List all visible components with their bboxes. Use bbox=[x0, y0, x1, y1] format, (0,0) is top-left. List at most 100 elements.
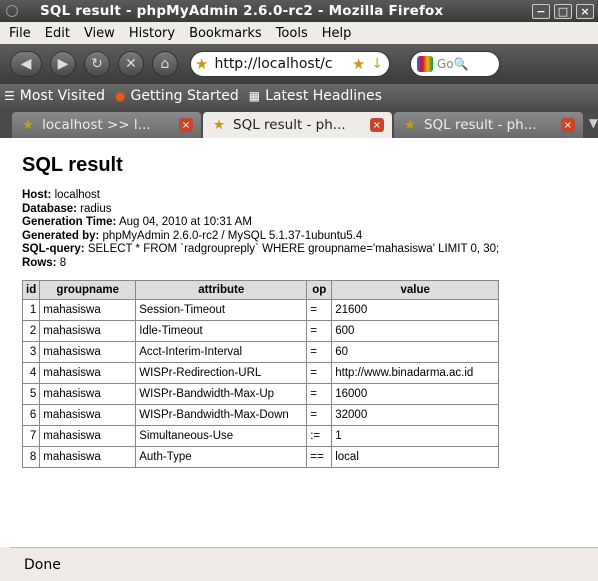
search-box[interactable]: Go 🔍 bbox=[410, 51, 500, 77]
menu-tools[interactable]: Tools bbox=[276, 26, 308, 41]
cell-attribute: Idle-Timeout bbox=[135, 320, 308, 342]
close-icon[interactable]: × bbox=[576, 3, 594, 19]
cell-op: = bbox=[306, 362, 333, 384]
cell-op: = bbox=[306, 404, 333, 426]
tab-favicon: ★ bbox=[212, 117, 226, 133]
column-header: attribute bbox=[135, 280, 308, 300]
cell-id: 1 bbox=[21, 299, 41, 321]
cell-id: 7 bbox=[21, 425, 41, 447]
forward-icon[interactable]: ▶ bbox=[50, 51, 76, 77]
cell-value: http://www.binadarma.ac.id bbox=[331, 362, 500, 384]
bookmark-getting-started[interactable]: ● Getting Started bbox=[115, 88, 239, 104]
tab-list-icon[interactable]: ▼ bbox=[589, 116, 598, 130]
cell-attribute: Session-Timeout bbox=[135, 299, 308, 321]
search-icon[interactable]: 🔍 bbox=[454, 57, 469, 71]
tab-label: SQL result - ph... bbox=[233, 117, 346, 133]
menu-help[interactable]: Help bbox=[322, 26, 352, 41]
cell-groupname: mahasiswa bbox=[39, 320, 137, 342]
cell-groupname: mahasiswa bbox=[39, 362, 137, 384]
tab-favicon: ★ bbox=[403, 117, 416, 133]
stop-icon[interactable]: ✕ bbox=[118, 51, 144, 77]
tab-sql-result-active[interactable]: ★ SQL result - ph... × bbox=[202, 112, 392, 138]
rows-value: 8 bbox=[59, 256, 67, 269]
reload-icon[interactable]: ↻ bbox=[84, 51, 110, 77]
bookmark-latest-headlines[interactable]: ▦ Latest Headlines bbox=[249, 88, 382, 104]
bookmark-star-icon[interactable]: ★ bbox=[352, 55, 365, 73]
tab-sql-result[interactable]: ★ SQL result - ph... × bbox=[393, 112, 583, 138]
cell-id: 6 bbox=[21, 404, 41, 426]
home-icon[interactable]: ⌂ bbox=[152, 51, 178, 77]
tab-favicon: ★ bbox=[22, 117, 35, 133]
cell-value: 600 bbox=[331, 320, 500, 342]
cell-op: = bbox=[306, 299, 333, 321]
dropdown-arrow-icon[interactable]: ↓ bbox=[371, 56, 383, 72]
rss-icon: ▦ bbox=[248, 89, 261, 103]
cell-op: := bbox=[306, 425, 333, 447]
maximize-icon[interactable]: □ bbox=[554, 3, 572, 19]
database-value: radius bbox=[80, 202, 112, 215]
menu-edit[interactable]: Edit bbox=[45, 26, 70, 41]
cell-groupname: mahasiswa bbox=[39, 404, 137, 426]
cell-op: = bbox=[306, 383, 333, 405]
status-bar: Done bbox=[10, 547, 598, 581]
back-icon[interactable]: ◀ bbox=[10, 51, 42, 77]
menu-history[interactable]: History bbox=[129, 26, 175, 41]
result-table: id groupname attribute op value 1 mahasi… bbox=[21, 280, 500, 468]
bookmark-label: Getting Started bbox=[130, 88, 239, 104]
bookmark-most-visited[interactable]: ☰ Most Visited bbox=[4, 88, 105, 104]
generated-by-label: Generated by: bbox=[22, 229, 100, 242]
search-placeholder: Go bbox=[437, 57, 454, 71]
tab-close-icon[interactable]: × bbox=[560, 118, 575, 132]
cell-groupname: mahasiswa bbox=[39, 341, 137, 363]
cell-op: = bbox=[306, 341, 333, 363]
generated-by-value: phpMyAdmin 2.6.0-rc2 / MySQL 5.1.37-1ubu… bbox=[102, 229, 363, 242]
window-menu-icon[interactable] bbox=[6, 5, 18, 17]
rows-label: Rows: bbox=[22, 256, 57, 269]
cell-value: local bbox=[331, 446, 500, 468]
table-row: 3 mahasiswa Acct-Interim-Interval = 60 bbox=[21, 341, 500, 363]
cell-groupname: mahasiswa bbox=[39, 299, 137, 321]
cell-groupname: mahasiswa bbox=[39, 446, 137, 468]
cell-id: 3 bbox=[21, 341, 41, 363]
column-header: value bbox=[331, 280, 500, 300]
cell-attribute: Acct-Interim-Interval bbox=[135, 341, 308, 363]
rss-folder-icon: ☰ bbox=[4, 89, 15, 103]
tab-close-icon[interactable]: × bbox=[178, 118, 193, 132]
query-meta: Host: localhost Database: radius Generat… bbox=[22, 189, 598, 270]
cell-attribute: Auth-Type bbox=[135, 446, 308, 468]
menu-bar: File Edit View History Bookmarks Tools H… bbox=[0, 22, 598, 44]
window-titlebar: SQL result - phpMyAdmin 2.6.0-rc2 - Mozi… bbox=[0, 0, 598, 22]
bookmarks-toolbar: ☰ Most Visited ● Getting Started ▦ Lates… bbox=[0, 84, 598, 108]
column-header: op bbox=[306, 280, 333, 300]
column-header: id bbox=[21, 280, 41, 300]
sql-query-value: SELECT * FROM `radgroupreply` WHERE grou… bbox=[87, 243, 500, 255]
cell-groupname: mahasiswa bbox=[39, 383, 137, 405]
site-icon: ★ bbox=[195, 55, 209, 73]
menu-file[interactable]: File bbox=[9, 26, 31, 41]
cell-attribute: WISPr-Bandwidth-Max-Up bbox=[135, 383, 308, 405]
tab-close-icon[interactable]: × bbox=[369, 118, 384, 132]
cell-id: 4 bbox=[21, 362, 41, 384]
cell-id: 5 bbox=[21, 383, 41, 405]
menu-bookmarks[interactable]: Bookmarks bbox=[189, 26, 262, 41]
status-text: Done bbox=[24, 556, 61, 573]
search-engine-icon[interactable] bbox=[417, 56, 433, 72]
url-bar[interactable]: ★ http://localhost/c ★ ↓ bbox=[190, 51, 390, 77]
host-label: Host: bbox=[22, 189, 52, 201]
cell-attribute: WISPr-Bandwidth-Max-Down bbox=[135, 404, 308, 426]
tab-localhost[interactable]: ★ localhost >> l... × bbox=[12, 112, 201, 138]
cell-id: 8 bbox=[21, 446, 41, 468]
table-header-row: id groupname attribute op value bbox=[21, 280, 500, 300]
cell-op: == bbox=[306, 446, 333, 468]
minimize-icon[interactable]: − bbox=[532, 3, 550, 19]
cell-attribute: WISPr-Redirection-URL bbox=[135, 362, 308, 384]
table-row: 4 mahasiswa WISPr-Redirection-URL = http… bbox=[21, 362, 500, 384]
column-header: groupname bbox=[39, 280, 137, 300]
host-value: localhost bbox=[54, 189, 100, 201]
menu-view[interactable]: View bbox=[84, 26, 115, 41]
table-row: 5 mahasiswa WISPr-Bandwidth-Max-Up = 160… bbox=[21, 383, 500, 405]
table-row: 1 mahasiswa Session-Timeout = 21600 bbox=[21, 299, 500, 321]
cell-value: 1 bbox=[331, 425, 500, 447]
window-title: SQL result - phpMyAdmin 2.6.0-rc2 - Mozi… bbox=[40, 3, 444, 19]
table-row: 7 mahasiswa Simultaneous-Use := 1 bbox=[21, 425, 500, 447]
